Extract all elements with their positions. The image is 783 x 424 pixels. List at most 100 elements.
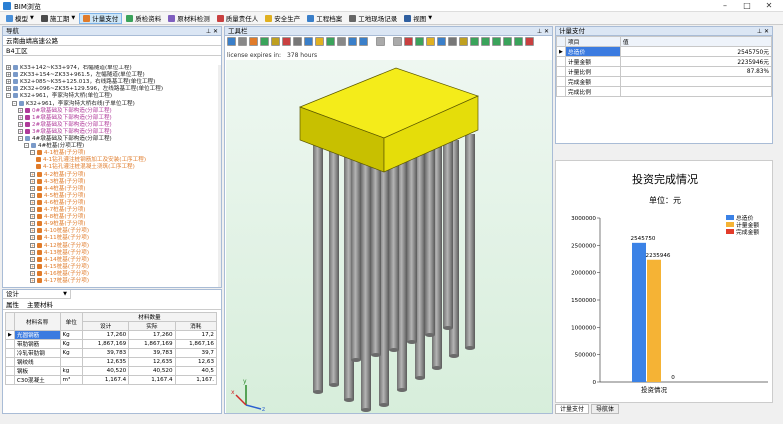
menu-item-4[interactable]: 原材料检测 xyxy=(165,13,213,24)
table-row[interactable]: 冷轧带肋钢 Kg 39,783 39,783 39,7 xyxy=(5,348,218,358)
tree-node[interactable]: +4-6桩基(子分项) xyxy=(30,199,85,207)
model-viewport[interactable]: y z x xyxy=(226,60,552,413)
nav-pin-icon[interactable]: ⊥ ✕ xyxy=(206,27,218,36)
project-combo[interactable]: 云南曲靖高速公路 xyxy=(3,36,221,46)
table-row[interactable]: C30混凝土 m³ 1,167.4 1,167.4 1,167. xyxy=(5,375,218,385)
toolbar-tool-icon[interactable] xyxy=(426,37,435,46)
menu-item-6[interactable]: 安全生产 xyxy=(262,13,303,24)
table-row[interactable]: 带肋钢筋 Kg 1,867,169 1,867,169 1,867,16 xyxy=(5,339,218,349)
table-row[interactable]: 计量比例 87.83% xyxy=(556,66,773,77)
toolbar-tool-icon[interactable] xyxy=(376,37,385,46)
menu-item-2[interactable]: 计量支付 xyxy=(79,12,123,24)
collapse-icon[interactable]: – xyxy=(18,136,23,141)
toolbar-tool-icon[interactable] xyxy=(315,37,324,46)
tree-node[interactable]: +4-14桩基(子分项) xyxy=(30,256,89,264)
table-row[interactable]: ▶ 光圆钢筋 Kg 17,260 17,260 17,2 xyxy=(5,330,218,340)
tree-node[interactable]: +4-2桩基(子分项) xyxy=(30,171,85,179)
close-button[interactable]: ✕ xyxy=(762,1,776,11)
table-row[interactable]: ▶ 总造价 2545750元 xyxy=(556,46,773,57)
expand-icon[interactable]: + xyxy=(18,128,23,134)
toolbar-tool-icon[interactable] xyxy=(304,37,313,46)
toolbar-tool-icon[interactable] xyxy=(437,37,446,46)
toolbar-tool-icon[interactable] xyxy=(470,37,479,46)
tree-node[interactable]: +1#墩基础及下部构造(分部工程) xyxy=(18,114,112,122)
pile-cap-model[interactable]: y z x xyxy=(226,60,552,413)
expand-icon[interactable]: + xyxy=(30,171,35,177)
toolbar-tool-icon[interactable] xyxy=(238,37,247,46)
expand-icon[interactable]: + xyxy=(18,107,23,113)
toolbar-tool-icon[interactable] xyxy=(359,37,368,46)
toolbar-tool-icon[interactable] xyxy=(282,37,291,46)
menu-item-1[interactable]: 施工期 ▼ xyxy=(38,13,78,24)
expand-icon[interactable]: + xyxy=(30,249,35,255)
tree-node[interactable]: +4-15桩基(子分项) xyxy=(30,263,89,271)
minimize-button[interactable]: – xyxy=(718,1,732,11)
tree-scrollbar[interactable] xyxy=(218,65,221,287)
expand-icon[interactable]: + xyxy=(6,72,11,78)
tree-node[interactable]: 4-1钻孔灌注桩混凝土浇筑(工序工程) xyxy=(36,164,135,171)
expand-icon[interactable]: + xyxy=(30,228,35,234)
bottom-tab-1[interactable]: 导航体 xyxy=(591,404,620,414)
expand-icon[interactable]: + xyxy=(18,121,23,127)
toolbox-pin-icon[interactable]: ⊥ ✕ xyxy=(537,27,549,36)
toolbar-tool-icon[interactable] xyxy=(492,37,501,46)
toolbar-tool-icon[interactable] xyxy=(415,37,424,46)
expand-icon[interactable]: + xyxy=(30,178,35,184)
mode-dropdown[interactable]: 设计 ▼ xyxy=(3,290,71,299)
toolbar-tool-icon[interactable] xyxy=(448,37,457,46)
bottom-tab-0[interactable]: 计量支付 xyxy=(555,404,590,414)
expand-icon[interactable]: + xyxy=(30,256,35,262)
tree-node[interactable]: +3#墩基础及下部构造(分部工程) xyxy=(18,128,112,136)
menu-item-7[interactable]: 工程档案 xyxy=(304,13,345,24)
menu-item-5[interactable]: 质量责任人 xyxy=(214,13,262,24)
tree-node[interactable]: – 4#墩基础及下部构造(分部工程) xyxy=(18,136,112,143)
table-row[interactable]: 钢板 kg 40,520 40,520 40,5 xyxy=(5,366,218,376)
table-row[interactable]: 完成金额 xyxy=(556,76,773,87)
expand-icon[interactable]: + xyxy=(18,114,23,120)
toolbar-tool-icon[interactable] xyxy=(503,37,512,46)
toolbar-tool-icon[interactable] xyxy=(271,37,280,46)
tab-attributes[interactable]: 属性 xyxy=(6,299,19,309)
toolbar-tool-icon[interactable] xyxy=(293,37,302,46)
toolbar-tool-icon[interactable] xyxy=(393,37,402,46)
toolbar-tool-icon[interactable] xyxy=(249,37,258,46)
maximize-button[interactable]: □ xyxy=(740,1,754,11)
tree-node[interactable]: +4-12桩基(子分项) xyxy=(30,242,89,250)
menu-item-3[interactable]: 质检资料 xyxy=(123,13,164,24)
table-row[interactable]: 钢绞线 12,635 12,635 12,63 xyxy=(5,357,218,367)
section-combo[interactable]: B4工区 xyxy=(3,46,221,56)
expand-icon[interactable]: + xyxy=(30,270,35,276)
expand-icon[interactable]: + xyxy=(30,207,35,212)
expand-icon[interactable]: + xyxy=(30,263,35,269)
tree-node[interactable]: +4-7桩基(子分项) xyxy=(30,207,85,214)
tree-node[interactable]: – K32+961，李家沟特大桥右线(子单位工程) xyxy=(12,100,135,108)
menu-item-9[interactable]: 视图 ▼ xyxy=(401,13,435,24)
menu-item-8[interactable]: 工地现场记录 xyxy=(346,13,400,24)
expand-icon[interactable]: + xyxy=(6,79,11,85)
payment-pin-icon[interactable]: ⊥ ✕ xyxy=(757,27,769,36)
expand-icon[interactable]: + xyxy=(30,235,35,241)
toolbar-tool-icon[interactable] xyxy=(260,37,269,46)
tree-node[interactable]: +4-5桩基(子分项) xyxy=(30,192,85,200)
collapse-icon[interactable]: – xyxy=(30,150,35,156)
expand-icon[interactable]: + xyxy=(30,185,35,191)
expand-icon[interactable]: + xyxy=(6,86,11,92)
tree-node[interactable]: +2#墩基础及下部构造(分部工程) xyxy=(18,121,112,129)
tree-node[interactable]: – K32+961，李家沟特大桥(单位工程) xyxy=(6,93,112,100)
expand-icon[interactable]: + xyxy=(30,242,35,248)
expand-icon[interactable]: + xyxy=(30,199,35,205)
toolbar-tool-icon[interactable] xyxy=(348,37,357,46)
tree-node[interactable]: +0#墩基础及下部构造(分部工程) xyxy=(18,107,112,115)
toolbar-tool-icon[interactable] xyxy=(404,37,413,46)
toolbar-tool-icon[interactable] xyxy=(326,37,335,46)
toolbar-tool-icon[interactable] xyxy=(227,37,236,46)
toolbar-tool-icon[interactable] xyxy=(337,37,346,46)
tree-node[interactable]: +4-11桩基(子分项) xyxy=(30,235,89,242)
tree-node[interactable]: +4-13桩基(子分项) xyxy=(30,249,89,257)
expand-icon[interactable]: + xyxy=(30,221,35,227)
tab-materials[interactable]: 主要材料 xyxy=(27,299,53,309)
toolbar-tool-icon[interactable] xyxy=(514,37,523,46)
toolbar-tool-icon[interactable] xyxy=(481,37,490,46)
tree-node[interactable]: +4-4桩基(子分项) xyxy=(30,185,85,193)
expand-icon[interactable]: + xyxy=(30,278,35,283)
